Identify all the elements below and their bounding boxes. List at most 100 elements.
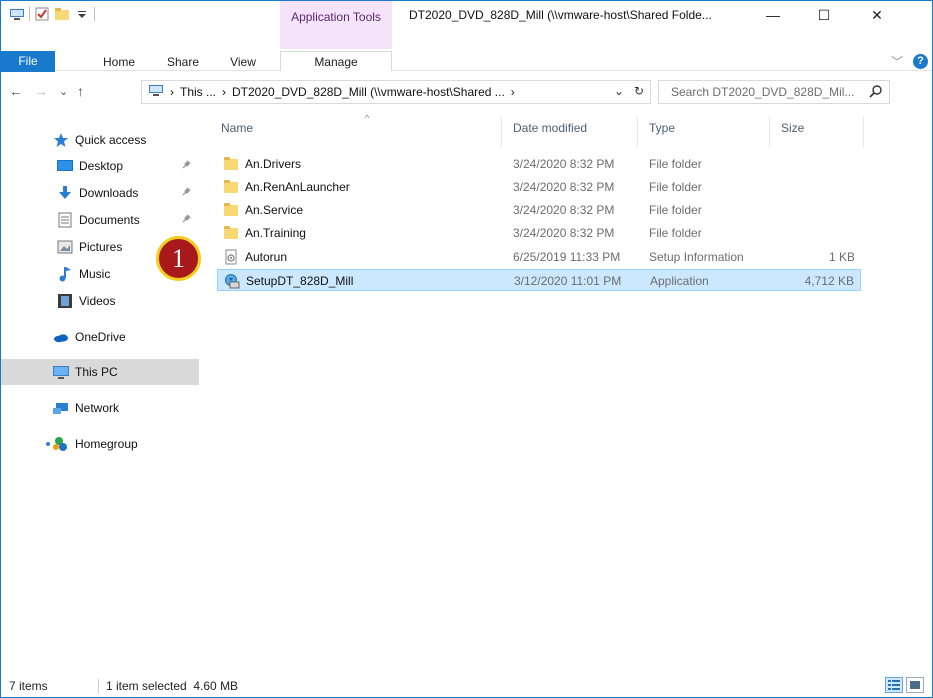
- customize-toolbar-icon[interactable]: [74, 6, 90, 22]
- breadcrumb-separator[interactable]: ›: [222, 85, 226, 99]
- tab-share[interactable]: Share: [162, 52, 204, 72]
- up-arrow-icon[interactable]: ↑: [77, 83, 84, 99]
- file-name: An.Drivers: [245, 157, 302, 171]
- step-marker: 1: [156, 236, 201, 281]
- nav-item-label: Downloads: [79, 186, 139, 200]
- nav-item-label: OneDrive: [75, 330, 126, 344]
- pin-icon[interactable]: [181, 214, 191, 227]
- music-icon: [57, 266, 73, 282]
- file-name: An.Service: [245, 203, 304, 217]
- file-row[interactable]: An.Service 3/24/2020 8:32 PM File folder: [217, 199, 861, 221]
- column-divider[interactable]: [501, 117, 502, 147]
- file-row[interactable]: An.Drivers 3/24/2020 8:32 PM File folder: [217, 153, 861, 175]
- forward-arrow-icon[interactable]: →: [34, 83, 48, 99]
- address-dropdown-icon[interactable]: ⌄: [614, 84, 624, 98]
- file-type: File folder: [649, 226, 702, 240]
- file-date: 3/24/2020 8:32 PM: [513, 180, 615, 194]
- file-list: ^ Name Date modified Type Size An.Driver…: [213, 113, 873, 673]
- nav-item-label: Desktop: [79, 159, 124, 173]
- refresh-icon[interactable]: ↻: [634, 84, 644, 98]
- pin-icon[interactable]: [181, 160, 191, 173]
- folder-icon: [223, 179, 239, 195]
- nav-item-label: Documents: [79, 213, 140, 227]
- selection-summary: 1 item selected 4.60 MB: [106, 679, 239, 693]
- installer-icon: [224, 273, 240, 289]
- file-size: 1 KB: [828, 250, 855, 264]
- toolbar-divider: [29, 7, 30, 21]
- folder-icon: [223, 156, 239, 172]
- file-name: An.RenAnLauncher: [245, 180, 350, 194]
- column-divider[interactable]: [637, 117, 638, 147]
- desktop-icon: [57, 158, 73, 174]
- navigation-pane: Quick access Desktop Downloads Documents…: [1, 113, 199, 673]
- file-row-selected[interactable]: SetupDT_828D_Mill 3/12/2020 11:01 PM App…: [217, 269, 861, 291]
- folder-icon: [223, 202, 239, 218]
- recent-locations-icon[interactable]: ⌄: [59, 85, 68, 98]
- homegroup-icon: [45, 436, 69, 452]
- properties-icon[interactable]: [34, 6, 50, 22]
- file-row[interactable]: Autorun 6/25/2019 11:33 PM Setup Informa…: [217, 246, 861, 268]
- context-tab-band: [280, 29, 392, 49]
- nav-item-quick-access[interactable]: Quick access: [1, 127, 199, 153]
- breadcrumb-separator[interactable]: ›: [511, 85, 515, 99]
- nav-item-label: Videos: [79, 294, 116, 308]
- title-bar: Application Tools DT2020_DVD_828D_Mill (…: [1, 1, 932, 29]
- videos-icon: [57, 293, 73, 309]
- maximize-button[interactable]: ☐: [801, 1, 847, 29]
- tab-home[interactable]: Home: [97, 52, 141, 72]
- tab-file[interactable]: File: [1, 51, 55, 72]
- column-header-type[interactable]: Type: [649, 121, 675, 135]
- breadcrumb-separator[interactable]: ›: [170, 85, 174, 99]
- search-icon: [869, 84, 883, 101]
- column-header-name[interactable]: Name: [221, 121, 253, 135]
- file-row[interactable]: An.Training 3/24/2020 8:32 PM File folde…: [217, 222, 861, 244]
- file-type: File folder: [649, 157, 702, 171]
- view-toggle: [885, 677, 924, 693]
- nav-item-downloads[interactable]: Downloads: [1, 180, 199, 206]
- network-icon: [53, 400, 69, 416]
- nav-item-onedrive[interactable]: OneDrive: [1, 324, 199, 350]
- close-button[interactable]: ✕: [854, 1, 900, 29]
- nav-item-this-pc[interactable]: This PC: [1, 359, 199, 385]
- downloads-icon: [57, 185, 73, 201]
- breadcrumb-this-pc[interactable]: This ...: [180, 85, 216, 99]
- setup-info-icon: [223, 249, 239, 265]
- file-row[interactable]: An.RenAnLauncher 3/24/2020 8:32 PM File …: [217, 176, 861, 198]
- details-view-icon[interactable]: [885, 677, 903, 693]
- minimize-button[interactable]: —: [750, 1, 796, 29]
- column-header-date-modified[interactable]: Date modified: [513, 121, 587, 135]
- computer-icon: [53, 364, 69, 380]
- tab-view[interactable]: View: [223, 52, 263, 72]
- new-folder-icon[interactable]: [54, 6, 70, 22]
- nav-item-label: This PC: [75, 365, 118, 379]
- address-controls: ⌄ ↻: [614, 84, 644, 98]
- file-size: 4,712 KB: [804, 274, 854, 288]
- back-arrow-icon[interactable]: ←: [9, 83, 23, 99]
- search-input[interactable]: Search DT2020_DVD_828D_Mil...: [658, 80, 890, 104]
- nav-item-documents[interactable]: Documents: [1, 207, 199, 233]
- nav-item-homegroup[interactable]: Homegroup: [1, 431, 199, 457]
- column-divider[interactable]: [769, 117, 770, 147]
- documents-icon: [57, 212, 73, 228]
- help-icon[interactable]: ?: [913, 54, 928, 69]
- toolbar-divider: [94, 7, 95, 21]
- file-type: File folder: [649, 180, 702, 194]
- pin-icon[interactable]: [181, 187, 191, 200]
- expand-ribbon-icon[interactable]: ﹀: [891, 53, 903, 70]
- nav-item-network[interactable]: Network: [1, 395, 199, 421]
- column-header-size[interactable]: Size: [781, 121, 804, 135]
- address-bar[interactable]: › This ... › DT2020_DVD_828D_Mill (\\vmw…: [141, 80, 651, 104]
- tab-manage[interactable]: Manage: [280, 51, 392, 71]
- nav-item-label: Quick access: [75, 133, 147, 147]
- computer-icon[interactable]: [9, 6, 25, 22]
- large-icons-view-icon[interactable]: [906, 677, 924, 693]
- column-divider[interactable]: [863, 117, 864, 147]
- nav-item-label: Pictures: [79, 240, 123, 254]
- nav-item-videos[interactable]: Videos: [1, 288, 199, 314]
- file-name: Autorun: [245, 250, 288, 264]
- breadcrumb-current-folder[interactable]: DT2020_DVD_828D_Mill (\\vmware-host\Shar…: [232, 85, 505, 99]
- ribbon-tabs: File Home Share View Manage ﹀ ?: [1, 29, 932, 72]
- nav-item-desktop[interactable]: Desktop: [1, 153, 199, 179]
- file-type: File folder: [649, 203, 702, 217]
- status-bar: 7 items 1 item selected 4.60 MB: [1, 675, 932, 697]
